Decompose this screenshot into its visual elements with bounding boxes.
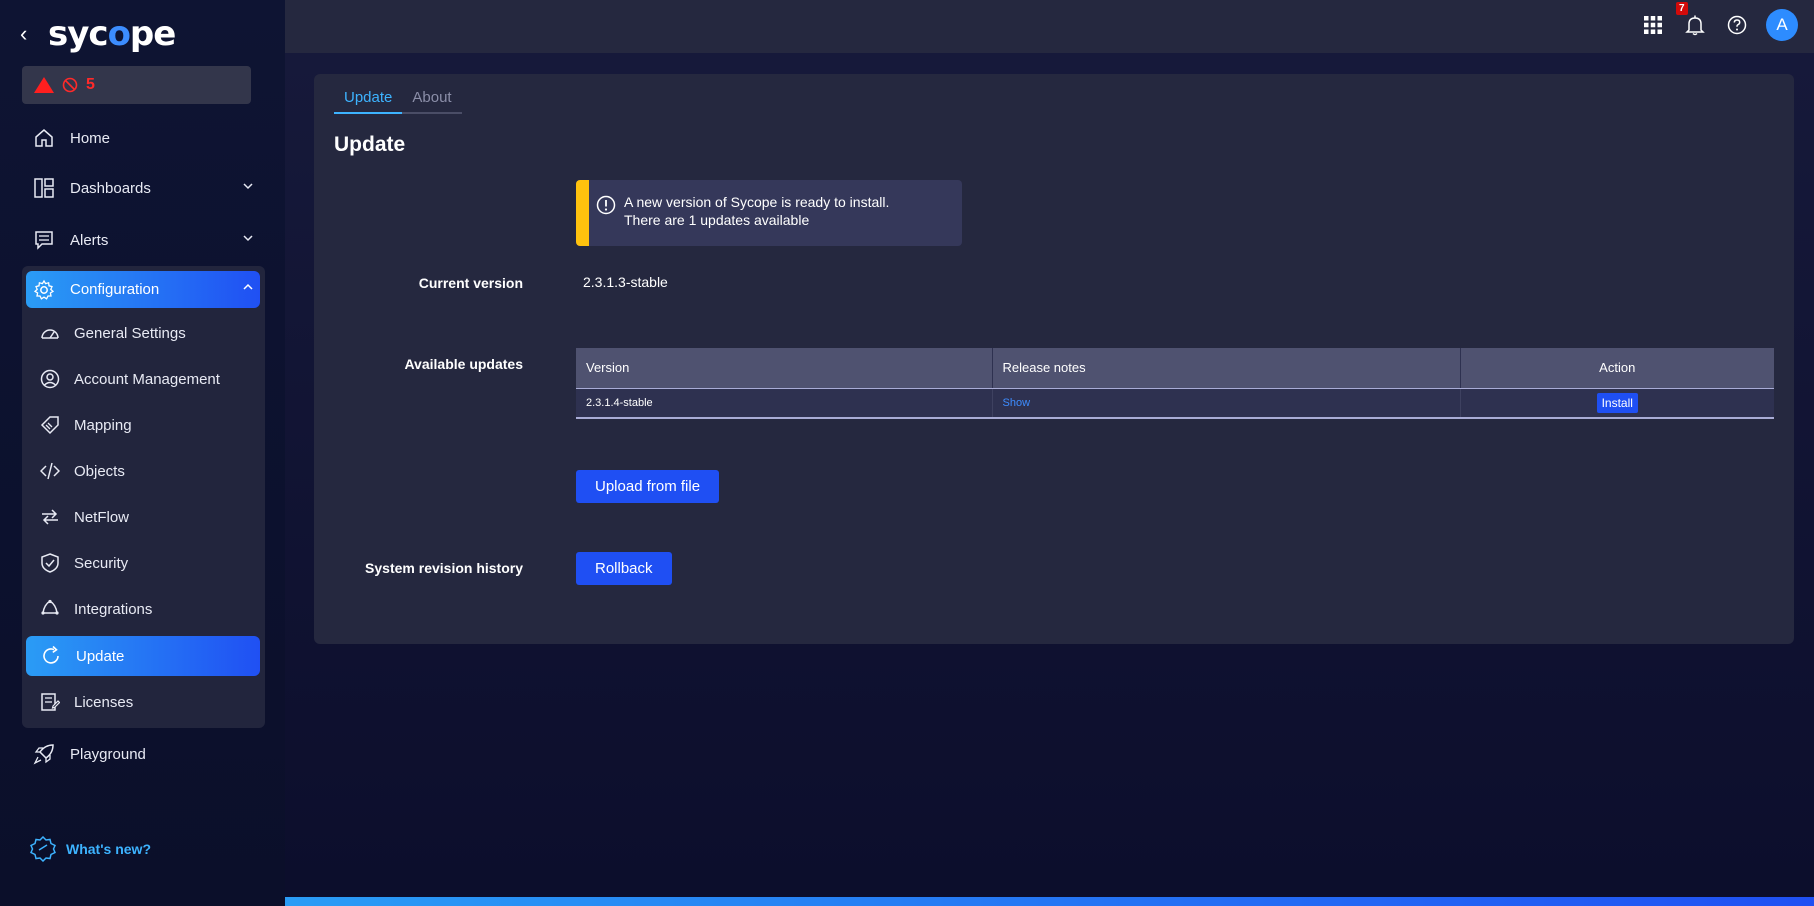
whats-new-label: What's new? [66,841,151,857]
speedometer-icon [40,323,60,343]
blocked-icon [62,77,78,93]
tab-update[interactable]: Update [334,86,403,114]
alert-count: 5 [86,76,95,93]
column-header-release-notes[interactable]: Release notes [992,348,1461,389]
sidebar-item-label: Update [76,647,125,665]
sidebar-item-mapping[interactable]: Mapping [34,405,260,445]
sidebar-item-label: Integrations [74,600,153,618]
apps-grid-button[interactable] [1640,8,1666,42]
sidebar-item-label: General Settings [74,324,186,342]
column-header-version[interactable]: Version [576,348,993,389]
gear-icon [32,278,56,302]
shield-icon [40,553,60,573]
avatar[interactable]: A [1766,9,1798,41]
integrations-icon [40,599,60,619]
notifications-button[interactable]: 7 [1676,2,1708,42]
nav-item-label: Configuration [70,281,160,298]
install-button[interactable]: Install [1596,392,1638,413]
sidebar-item-general-settings[interactable]: General Settings [34,313,260,353]
sidebar-item-account-management[interactable]: Account Management [34,359,260,399]
show-release-notes-link[interactable]: Show [1003,397,1031,409]
column-header-action: Action [1460,348,1774,389]
alert-status-box[interactable]: 5 [22,66,251,104]
sidebar-item-integrations[interactable]: Integrations [34,589,260,629]
code-icon [40,461,60,481]
sidebar-item-label: Objects [74,462,125,480]
top-bar: 7 A [285,0,1814,53]
nav-item-label: Dashboards [70,179,151,197]
sidebar-item-security[interactable]: Security [34,543,260,583]
whats-new-badge-icon [30,836,56,862]
nav-item-label: Alerts [70,231,109,249]
help-button[interactable] [1724,8,1750,42]
table-header-row: Version Release notes Action [576,348,1774,389]
dashboard-icon [32,176,56,200]
sidebar: ‹ sycope 5 Home Dashboards Alerts Config… [0,0,285,906]
notice-line: There are 1 updates available [624,212,810,228]
nav-item-alerts[interactable]: Alerts [26,220,260,260]
brand: ‹ sycope [20,14,176,54]
bottom-accent-bar [285,897,1814,906]
logo-part: o [107,14,131,54]
sidebar-item-label: Account Management [74,370,220,388]
chevron-down-icon [242,180,254,192]
sidebar-item-update[interactable]: Update [26,636,260,676]
current-version-label: Current version [418,275,523,291]
alerts-icon [32,228,56,252]
upload-from-file-button[interactable]: Upload from file [576,470,720,503]
sidebar-item-objects[interactable]: Objects [34,451,260,491]
sidebar-item-netflow[interactable]: NetFlow [34,497,260,537]
rocket-icon [32,742,56,766]
chevron-down-icon [242,232,254,244]
sycope-logo[interactable]: sycope [48,14,176,54]
logo-part: syc [48,14,109,54]
logo-part: pe [129,14,176,54]
apps-grid-icon [1643,15,1663,35]
nav-item-home[interactable]: Home [26,118,260,158]
sidebar-item-licenses[interactable]: Licenses [34,682,260,722]
notification-badge: 7 [1676,2,1688,15]
nav-item-dashboards[interactable]: Dashboards [26,168,260,208]
sidebar-item-label: NetFlow [74,508,130,526]
release-notes-cell: Show [992,388,1461,419]
sidebar-item-label: Security [74,554,129,572]
rollback-button[interactable]: Rollback [576,552,672,585]
current-version-value: 2.3.1.3-stable [583,274,668,290]
update-available-notice: A new version of Sycope is ready to inst… [576,180,962,246]
refresh-icon [40,645,62,667]
page-title: Update [334,133,406,156]
system-revision-history-label: System revision history [365,560,523,576]
tab-bar: Update About [334,86,462,114]
home-icon [32,126,56,150]
warning-stripe [576,180,589,246]
license-icon [40,692,60,712]
bell-icon [1684,14,1706,36]
top-bar-actions: 7 A [1640,2,1798,42]
warning-triangle-icon [34,77,54,93]
notice-message: A new version of Sycope is ready to inst… [624,193,889,229]
action-cell: Install [1460,388,1774,419]
user-circle-icon [40,369,60,389]
nav-item-label: Playground [70,745,146,763]
help-icon [1727,15,1747,35]
table-row: 2.3.1.4-stable Show Install [576,388,1774,419]
version-cell: 2.3.1.4-stable [576,388,993,419]
tag-icon [40,415,60,435]
sidebar-item-label: Licenses [74,693,134,711]
sidebar-item-label: Mapping [74,416,132,434]
nav-item-configuration[interactable]: Configuration [26,271,260,308]
notice-line: A new version of Sycope is ready to inst… [624,194,890,210]
tab-about[interactable]: About [402,86,461,112]
arrows-exchange-icon [40,507,60,527]
nav-item-playground[interactable]: Playground [26,734,260,774]
collapse-sidebar-icon[interactable]: ‹ [20,21,36,47]
available-updates-table: Version Release notes Action 2.3.1.4-sta… [576,348,1774,419]
available-updates-label: Available updates [404,356,523,372]
whats-new-link[interactable]: What's new? [30,836,151,862]
chevron-up-icon [242,281,254,293]
nav-item-label: Home [70,129,111,147]
info-icon [596,195,616,215]
